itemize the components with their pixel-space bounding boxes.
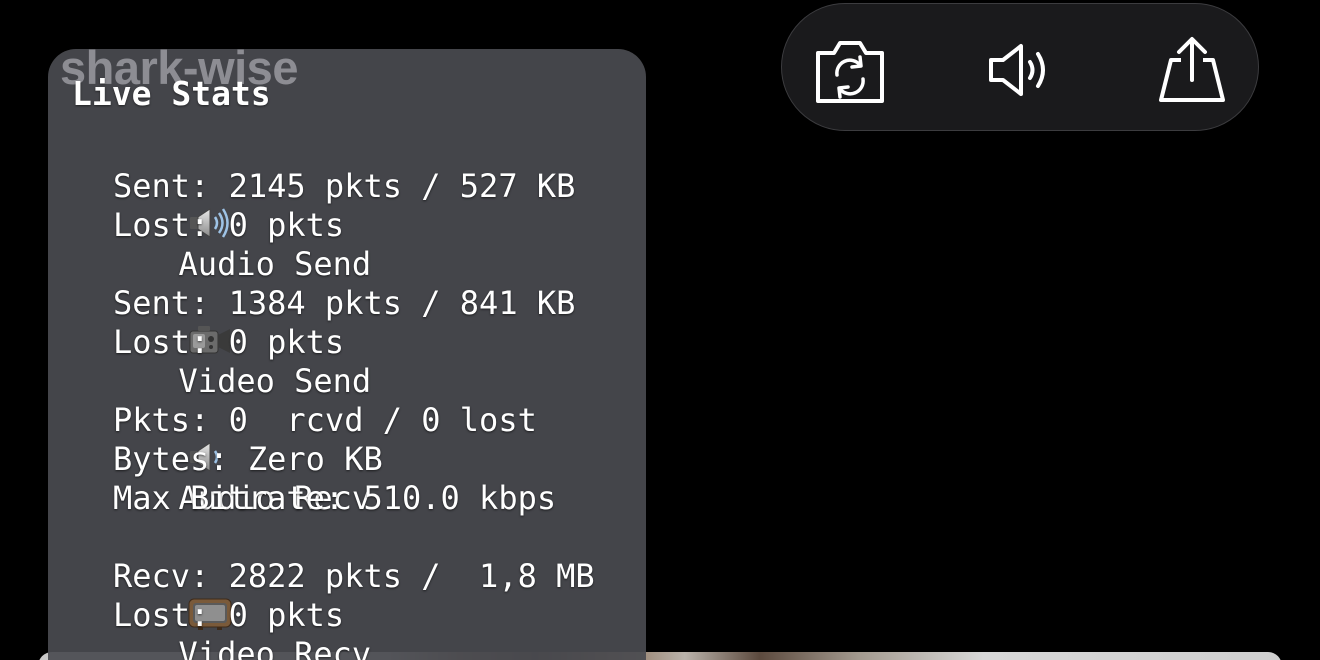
share-icon bbox=[1157, 34, 1227, 106]
audio-recv-pkts: Pkts: 0 rcvd / 0 lost bbox=[113, 401, 537, 439]
audio-send-sent: Sent: 2145 pkts / 527 KB bbox=[113, 167, 576, 205]
video-send-lost: Lost: 0 pkts bbox=[113, 323, 345, 361]
camera-rotate-icon bbox=[812, 35, 888, 105]
video-send-sent: Sent: 1384 pkts / 841 KB bbox=[113, 284, 576, 322]
audio-send-header: Audio Send bbox=[72, 128, 371, 283]
stats-title: Live Stats bbox=[72, 74, 271, 113]
video-recv-lost: Lost: 0 pkts bbox=[113, 596, 345, 634]
call-control-bar bbox=[781, 3, 1259, 131]
speaker-button[interactable] bbox=[978, 32, 1058, 108]
video-recv-label: Video Recv bbox=[178, 635, 372, 660]
audio-recv-max-bitrate: Max Bitrate: 510.0 kbps bbox=[113, 479, 557, 517]
audio-recv-header: Audio Recv bbox=[72, 362, 371, 517]
audio-recv-bytes: Bytes: Zero KB bbox=[113, 440, 383, 478]
switch-camera-button[interactable] bbox=[810, 32, 890, 108]
share-button[interactable] bbox=[1152, 32, 1232, 108]
speaker-volume-icon bbox=[985, 40, 1051, 100]
audio-send-lost: Lost: 0 pkts bbox=[113, 206, 345, 244]
video-recv-header: Video Recv bbox=[72, 518, 371, 660]
video-recv-recv: Recv: 2822 pkts / 1,8 MB bbox=[113, 557, 595, 595]
video-send-header: Video Send bbox=[72, 245, 371, 400]
